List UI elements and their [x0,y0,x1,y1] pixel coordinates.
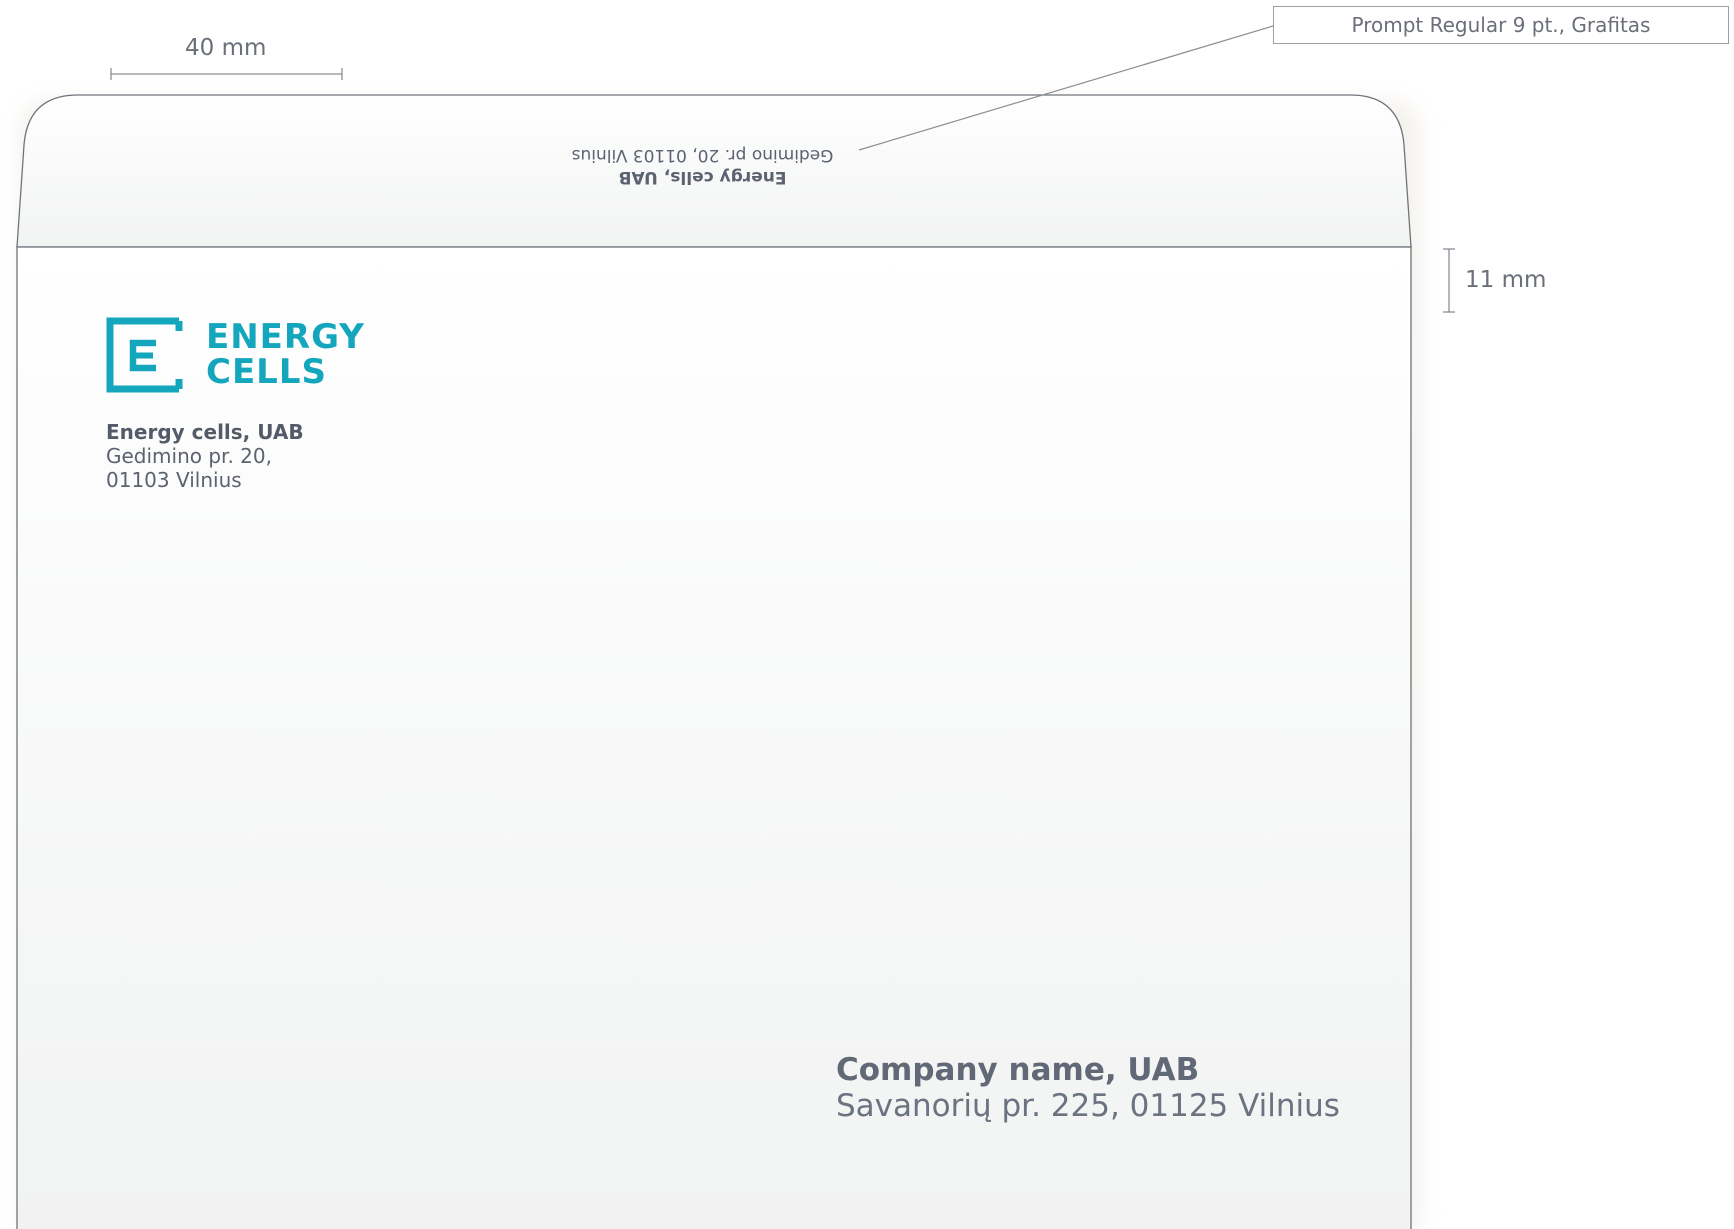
sender-company: Energy cells, UAB [106,420,304,444]
dimension-11mm [1443,248,1455,313]
flap-return-street: Gedimino pr. 20, 01103 Vilnius [571,145,834,165]
dimension-label-11mm: 11 mm [1465,267,1547,293]
recipient-address-block: Company name, UAB Savanorių pr. 225, 011… [836,1052,1340,1124]
sender-street: Gedimino pr. 20, [106,444,272,468]
flap-return-address: Energy cells, UAB Gedimino pr. 20, 01103… [545,144,860,188]
recipient-company: Company name, UAB [836,1052,1200,1088]
envelope-drawing [16,25,1455,1229]
envelope-mockup: 40 mm 11 mm Prompt Regular 9 pt., Grafit… [0,0,1734,1229]
sender-address-block: Energy cells, UAB Gedimino pr. 20, 01103… [106,420,304,492]
logo-word-cells: CELLS [206,352,327,392]
dimension-40mm [110,68,343,80]
recipient-address: Savanorių pr. 225, 01125 Vilnius [836,1088,1340,1124]
logo-word-energy: ENERGY [206,317,365,357]
font-spec-annotation: Prompt Regular 9 pt., Grafitas [1273,6,1729,44]
flap-return-company: Energy cells, UAB [618,167,787,187]
dimension-label-40mm: 40 mm [185,35,267,61]
sender-city: 01103 Vilnius [106,468,242,492]
font-spec-text: Prompt Regular 9 pt., Grafitas [1351,13,1651,37]
